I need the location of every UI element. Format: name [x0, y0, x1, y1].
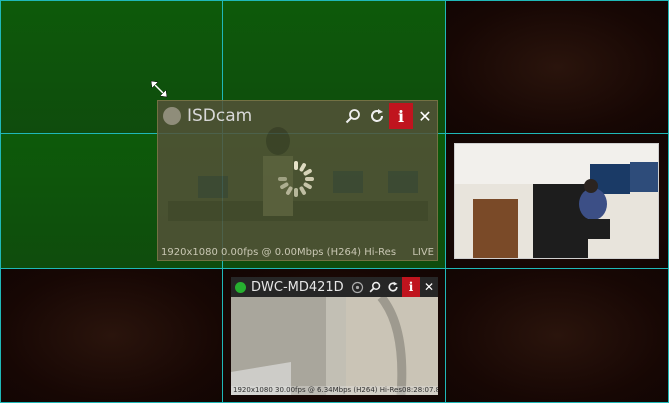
info-icon[interactable]: i: [389, 103, 413, 129]
close-icon[interactable]: ✕: [413, 103, 437, 129]
magnifier-icon[interactable]: [366, 277, 384, 297]
camera-name: ISDcam: [187, 106, 253, 126]
info-icon[interactable]: i: [402, 277, 420, 297]
refresh-icon[interactable]: [365, 103, 389, 129]
camera-tile-isdcam[interactable]: ISDcam i ✕ 1920x1080 0.00fps @ 0.00Mbps …: [157, 100, 438, 261]
grid-cell-3-1[interactable]: [0, 268, 223, 403]
camera-preview-thumbnail[interactable]: [454, 143, 659, 259]
status-dot-icon: [163, 107, 181, 125]
camera-title-bar[interactable]: DWC-MD421D i ✕: [231, 277, 438, 297]
camera-status-bar: 1920x1080 30.00fps @ 6.34Mbps (H264) Hi-…: [231, 386, 438, 395]
ptz-icon[interactable]: [348, 277, 366, 297]
online-status-dot-icon: [235, 281, 246, 293]
grid-cell-1-3[interactable]: [445, 0, 669, 134]
camera-name: DWC-MD421D: [251, 279, 344, 295]
live-badge: LIVE: [412, 247, 434, 258]
stream-info: 1920x1080 30.00fps @ 6.34Mbps (H264) Hi-…: [233, 386, 402, 394]
stream-info: 1920x1080 0.00fps @ 0.00Mbps (H264) Hi-R…: [161, 247, 397, 258]
camera-tile-dwc-md421d[interactable]: DWC-MD421D i ✕ 1920x1080 30.00fps @ 6.34…: [231, 277, 438, 395]
camera-title-bar[interactable]: ISDcam i ✕: [158, 101, 437, 131]
magnifier-icon[interactable]: [341, 103, 365, 129]
refresh-icon[interactable]: [384, 277, 402, 297]
camera-video-frame: [455, 144, 658, 258]
loading-spinner-icon: [278, 161, 314, 197]
timestamp: 08:28:07.843: [401, 386, 438, 394]
grid-cell-3-3[interactable]: [445, 268, 669, 403]
close-icon[interactable]: ✕: [420, 277, 438, 297]
resize-diagonal-cursor-icon: [150, 80, 168, 98]
camera-status-bar: 1920x1080 0.00fps @ 0.00Mbps (H264) Hi-R…: [158, 247, 437, 260]
